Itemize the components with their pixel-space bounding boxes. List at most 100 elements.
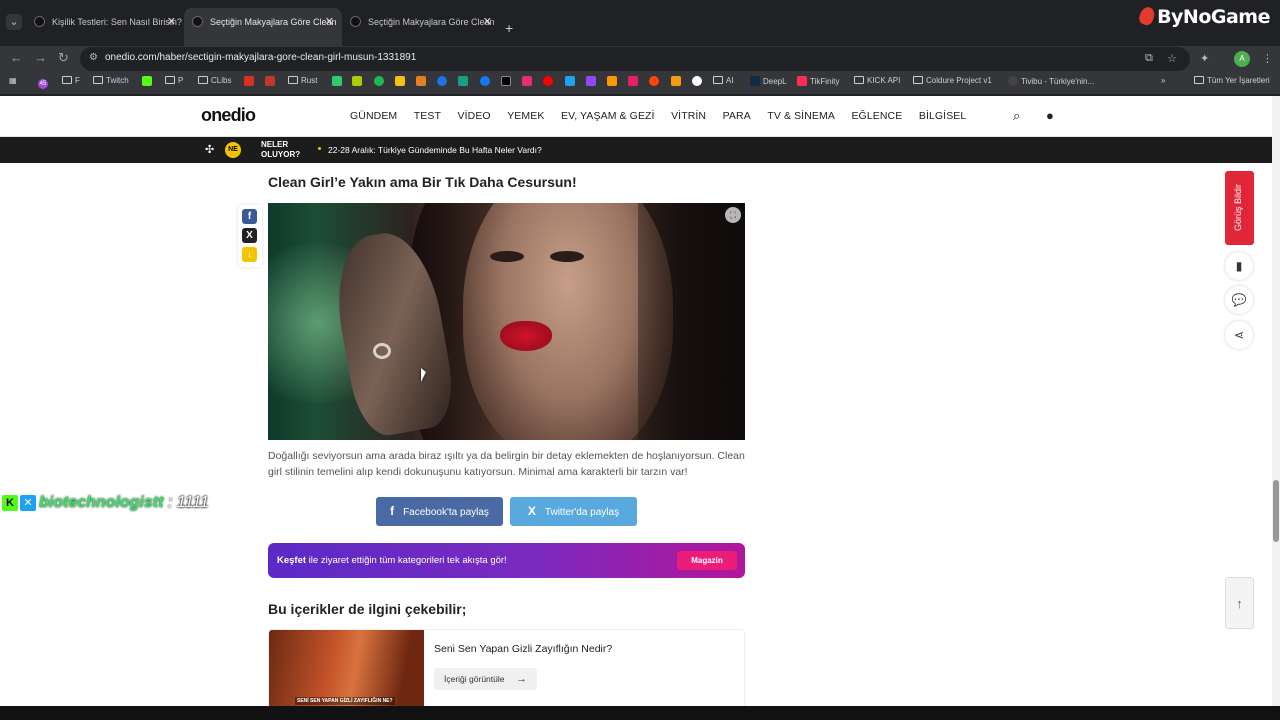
- tab-search-button[interactable]: ⌄: [6, 14, 22, 30]
- github-bookmark-icon[interactable]: [692, 76, 705, 86]
- reload-icon[interactable]: ↻: [58, 50, 69, 66]
- tab-close-icon[interactable]: ✕: [483, 12, 492, 32]
- nav-item-video[interactable]: VİDEO: [458, 110, 491, 122]
- apps-grid-icon[interactable]: ▦: [9, 76, 17, 85]
- all-bookmarks-folder[interactable]: Tüm Yer İşaretleri: [1194, 76, 1270, 85]
- new-tab-button[interactable]: +: [505, 20, 513, 36]
- view-content-button[interactable]: İçeriği görüntüle →: [434, 668, 537, 690]
- kick-icon: K: [2, 495, 18, 511]
- comments-icon[interactable]: 💬: [1225, 286, 1253, 314]
- bookmark-folder-coldure[interactable]: Coldure Project v1: [913, 76, 992, 85]
- scrollbar-thumb[interactable]: [1273, 480, 1279, 542]
- more-bookmarks-icon[interactable]: »: [1161, 76, 1165, 85]
- bookmark-site-icon[interactable]: [671, 76, 684, 86]
- x-icon: X: [527, 504, 536, 518]
- install-app-icon[interactable]: ⧉: [1145, 52, 1153, 65]
- bookmark-site-icon[interactable]: [352, 76, 365, 86]
- bookmark-folder-clibs[interactable]: CLibs: [198, 76, 231, 85]
- bookmark-site-icon[interactable]: [265, 76, 278, 86]
- bookmark-site-icon[interactable]: [142, 76, 155, 86]
- related-heading: Bu içerikler de ilgini çekebilir;: [268, 601, 467, 617]
- magazin-pill[interactable]: Magazin: [677, 551, 737, 570]
- search-icon[interactable]: ⌕: [1013, 108, 1020, 124]
- bookmark-site-icon[interactable]: [565, 76, 578, 86]
- reddit-bookmark-icon[interactable]: [649, 76, 662, 86]
- related-headline[interactable]: Seni Sen Yapan Gizli Zayıflığın Nedir?: [434, 643, 612, 655]
- twitch-bookmark-icon[interactable]: [586, 76, 599, 86]
- bookmark-site-icon[interactable]: [244, 76, 257, 86]
- address-bar[interactable]: ⚙ onedio.com/haber/sectigin-makyajlara-g…: [80, 47, 1190, 71]
- site-info-icon[interactable]: ⚙: [89, 52, 98, 63]
- related-card[interactable]: SENİ SEN YAPAN GİZLİ ZAYIFLIĞIN NE? Seni…: [268, 629, 745, 709]
- bookmark-site-icon[interactable]: [437, 76, 450, 86]
- image-hair-right: [638, 203, 745, 440]
- twitter-share-button[interactable]: X Twitter'da paylaş: [510, 497, 637, 526]
- nav-item-ev-yasam-gezi[interactable]: EV, YAŞAM & GEZİ: [561, 110, 655, 122]
- tab-favicon: [34, 16, 45, 27]
- nav-item-eglence[interactable]: EĞLENCE: [851, 110, 902, 122]
- facebook-share-button[interactable]: f Facebook'ta paylaş: [376, 497, 503, 526]
- nav-item-tv-sinema[interactable]: TV & SİNEMA: [767, 110, 835, 122]
- tiktok-bookmark-icon[interactable]: [501, 76, 514, 86]
- extensions-icon[interactable]: ✦: [1200, 52, 1209, 65]
- tab-close-icon[interactable]: ✕: [325, 12, 334, 32]
- image-ring: [373, 343, 391, 359]
- nav-item-gundem[interactable]: GÜNDEM: [350, 110, 397, 122]
- nav-item-bilgisel[interactable]: BİLGİSEL: [919, 110, 967, 122]
- bookmark-badge[interactable]: 45: [38, 76, 51, 89]
- bookmark-site-icon[interactable]: [416, 76, 429, 86]
- x-share-icon[interactable]: X: [242, 228, 257, 243]
- bookmark-site-icon[interactable]: [332, 76, 345, 86]
- menu-kebab-icon[interactable]: ⋮: [1262, 52, 1273, 65]
- ticker-headline[interactable]: 22-28 Aralık: Türkiye Gündeminde Bu Haft…: [328, 145, 542, 155]
- tab-2-active[interactable]: Seçtiğin Makyajlara Göre Clean ✕: [184, 8, 342, 46]
- profile-avatar[interactable]: A: [1234, 51, 1250, 67]
- youtube-bookmark-icon[interactable]: [543, 76, 556, 86]
- feedback-tab[interactable]: Görüş Bildir: [1225, 171, 1254, 245]
- bookmark-folder-rust[interactable]: Rust: [288, 76, 317, 85]
- bookmark-star-icon[interactable]: ☆: [1167, 52, 1177, 65]
- tab-3[interactable]: Seçtiğin Makyajlara Göre Clean ✕: [342, 12, 500, 46]
- user-icon[interactable]: ●: [1046, 108, 1054, 123]
- tab-1[interactable]: Kişilik Testleri: Sen Nasıl Birisin? ✕: [26, 12, 184, 46]
- bookmark-site-icon[interactable]: [628, 76, 641, 86]
- nav-item-vitrin[interactable]: VİTRİN: [671, 110, 706, 122]
- forward-icon[interactable]: →: [34, 50, 47, 65]
- bookmark-folder-kick-api[interactable]: KICK API: [854, 76, 900, 85]
- categories-grid-icon[interactable]: ✣: [205, 143, 214, 156]
- site-logo[interactable]: onedio: [201, 105, 256, 126]
- bookmark-folder-twitch[interactable]: Twitch: [93, 76, 129, 85]
- back-icon[interactable]: ←: [10, 50, 23, 65]
- discover-banner[interactable]: Keşfet ile ziyaret ettiğin tüm kategoril…: [268, 543, 745, 578]
- nav-item-test[interactable]: TEST: [414, 110, 441, 122]
- site-header: onedio GÜNDEM TEST VİDEO YEMEK EV, YAŞAM…: [0, 96, 1272, 137]
- bookmark-site-icon[interactable]: [395, 76, 408, 86]
- share-icon[interactable]: ⋖: [1225, 321, 1253, 349]
- facebook-share-icon[interactable]: f: [242, 209, 257, 224]
- bookmark-folder-f[interactable]: F: [62, 76, 80, 85]
- page-scrollbar[interactable]: [1272, 96, 1280, 708]
- result-image[interactable]: ⛶: [268, 203, 745, 440]
- bookmark-site-icon[interactable]: [458, 76, 471, 86]
- related-thumbnail[interactable]: SENİ SEN YAPAN GİZLİ ZAYIFLIĞIN NE?: [269, 630, 424, 708]
- bookmark-site-icon[interactable]: [374, 76, 387, 86]
- bookmark-deepl[interactable]: DeepL: [750, 76, 787, 86]
- download-icon[interactable]: ↓: [242, 247, 257, 262]
- tab-title: Kişilik Testleri: Sen Nasıl Birisin?: [52, 17, 182, 27]
- facebook-bookmark-icon[interactable]: [480, 76, 493, 86]
- bookmark-site-icon[interactable]: [607, 76, 620, 86]
- nav-item-para[interactable]: PARA: [723, 110, 751, 122]
- mouse-cursor: [421, 368, 426, 382]
- nav-item-yemek[interactable]: YEMEK: [507, 110, 544, 122]
- bookmark-save-icon[interactable]: ▮: [1225, 252, 1253, 280]
- image-eye-right: [550, 251, 584, 262]
- fullscreen-icon[interactable]: ⛶: [725, 207, 741, 223]
- bookmark-folder-ai[interactable]: AI: [713, 76, 734, 85]
- tab-close-icon[interactable]: ✕: [167, 12, 176, 32]
- back-to-top-button[interactable]: ↑: [1225, 577, 1254, 629]
- bookmark-tikfinity[interactable]: TikFinity: [797, 76, 839, 86]
- bookmark-folder-p[interactable]: P: [165, 76, 183, 85]
- url-text[interactable]: onedio.com/haber/sectigin-makyajlara-gor…: [105, 52, 416, 63]
- instagram-bookmark-icon[interactable]: [522, 76, 535, 86]
- bookmark-tivibu[interactable]: Tivibu - Türkiye'nin...: [1008, 76, 1094, 86]
